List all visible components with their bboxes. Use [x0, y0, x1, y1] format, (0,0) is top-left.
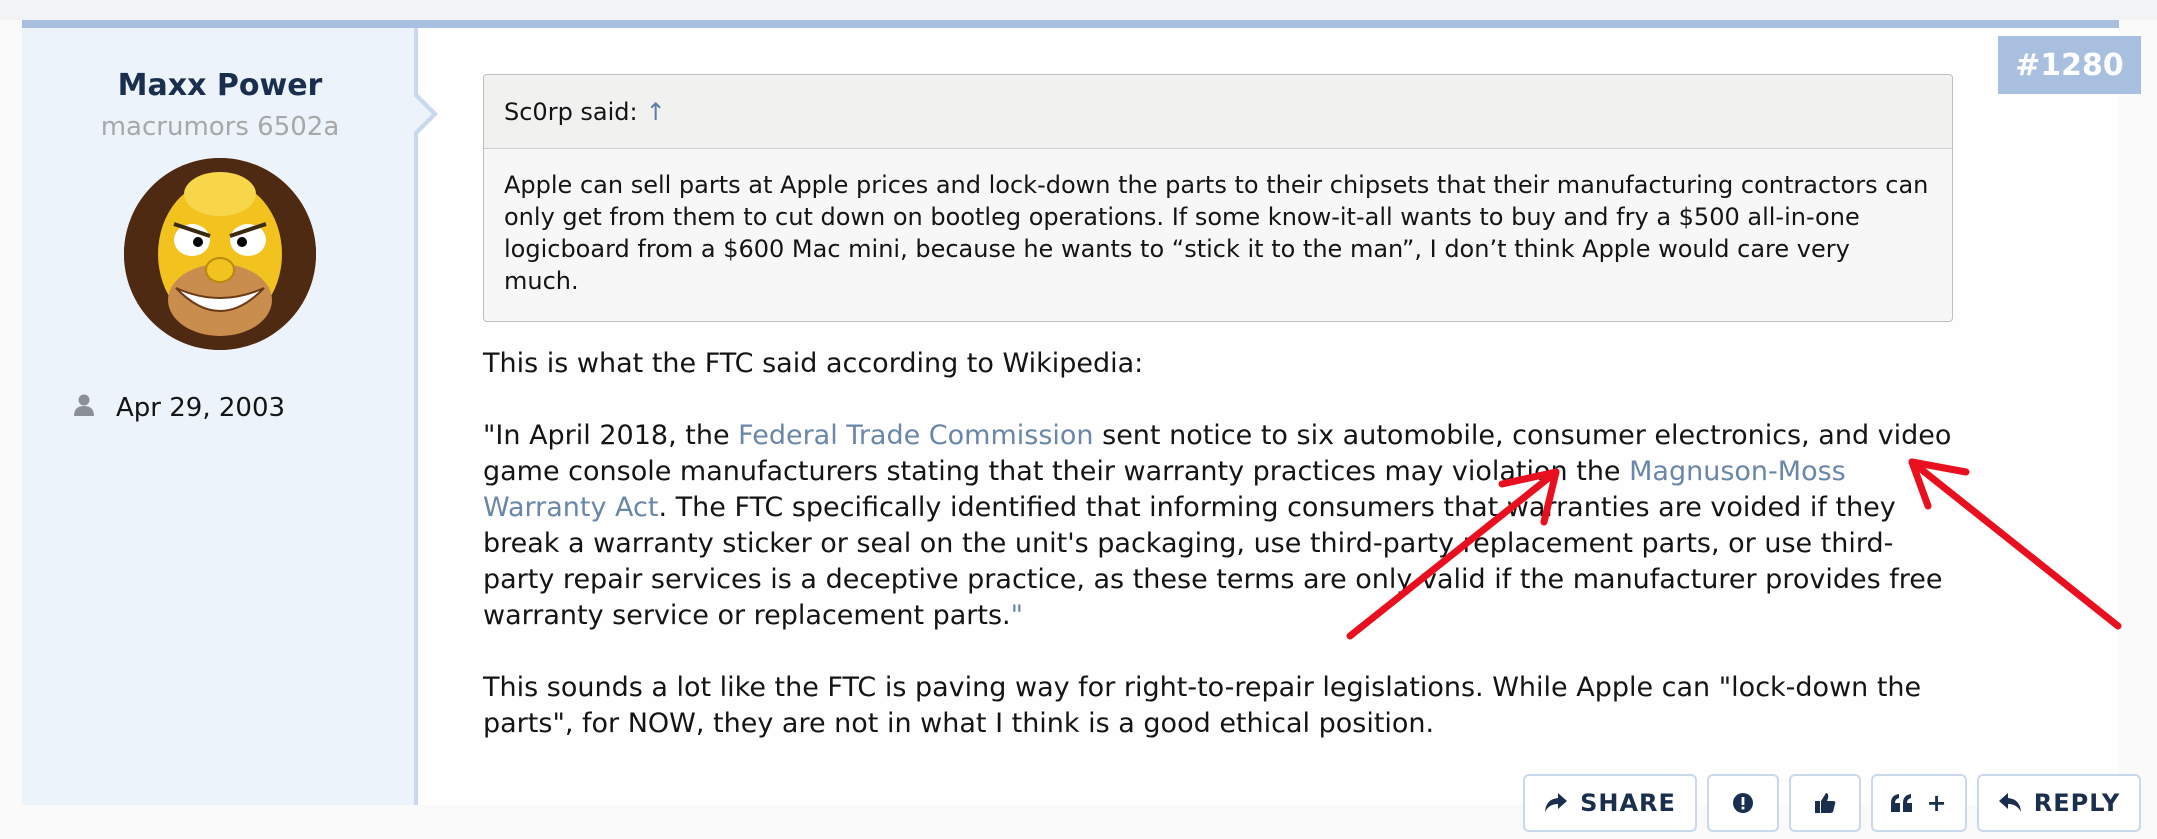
multiquote-plus: + — [1926, 789, 1948, 817]
report-button[interactable] — [1707, 774, 1779, 832]
join-date-text: Apr 29, 2003 — [116, 393, 286, 423]
avatar[interactable] — [124, 158, 316, 350]
multiquote-button[interactable]: + — [1871, 774, 1967, 832]
like-icon — [1814, 792, 1836, 814]
multiquote-icon — [1890, 793, 1914, 813]
post-paragraph-quote: "In April 2018, the Federal Trade Commis… — [483, 418, 1963, 634]
quote-jump-link[interactable]: ↑ — [646, 98, 666, 126]
post-paragraph: This sounds a lot like the FTC is paving… — [483, 672, 1922, 739]
user-icon — [74, 393, 94, 423]
user-info-panel: Maxx Power macrumors 6502a Apr 29, 2003 — [22, 28, 418, 805]
post-container: Maxx Power macrumors 6502a Apr 29, 2003 … — [22, 20, 2141, 832]
quote-block: Sc0rp said: ↑ Apple can sell parts at Ap… — [483, 74, 1953, 322]
report-icon — [1732, 792, 1754, 814]
like-button[interactable] — [1789, 774, 1861, 832]
quote-attribution: Sc0rp said: — [504, 97, 638, 126]
reply-button[interactable]: REPLY — [1977, 774, 2141, 832]
author-name[interactable]: Maxx Power — [22, 68, 418, 103]
join-date: Apr 29, 2003 — [74, 388, 285, 428]
share-icon — [1544, 792, 1568, 814]
author-title: macrumors 6502a — [100, 112, 340, 142]
paragraph-text: . The FTC specifically identified that i… — [483, 492, 1943, 631]
user-panel-pointer-inner — [414, 96, 432, 132]
quote-header: Sc0rp said: ↑ — [484, 75, 1952, 149]
post-paragraph: This is what the FTC said according to W… — [483, 348, 1144, 379]
reply-icon — [1998, 792, 2022, 814]
ftc-link[interactable]: Federal Trade Commission — [738, 420, 1093, 451]
top-strip — [0, 0, 2157, 20]
source-quote-link[interactable]: " — [1011, 600, 1023, 631]
share-button[interactable]: SHARE — [1523, 774, 1697, 832]
paragraph-text: "In April 2018, the — [483, 420, 739, 451]
post-body: This is what the FTC said according to W… — [483, 346, 1963, 742]
reply-label: REPLY — [2033, 789, 2121, 817]
post-number-badge[interactable]: #1280 — [1998, 36, 2141, 94]
quote-text: Apple can sell parts at Apple prices and… — [504, 171, 1929, 295]
share-label: SHARE — [1580, 789, 1676, 817]
